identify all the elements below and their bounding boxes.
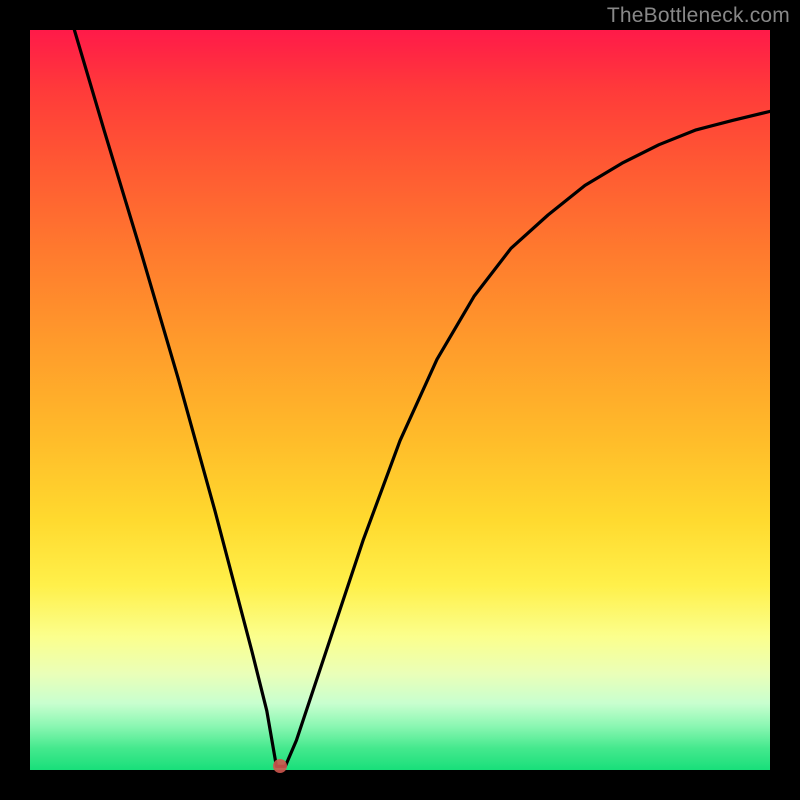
optimal-point-marker: [273, 759, 287, 773]
bottleneck-curve: [30, 30, 770, 770]
plot-area: [30, 30, 770, 770]
watermark-text: TheBottleneck.com: [607, 4, 790, 28]
chart-frame: TheBottleneck.com: [0, 0, 800, 800]
